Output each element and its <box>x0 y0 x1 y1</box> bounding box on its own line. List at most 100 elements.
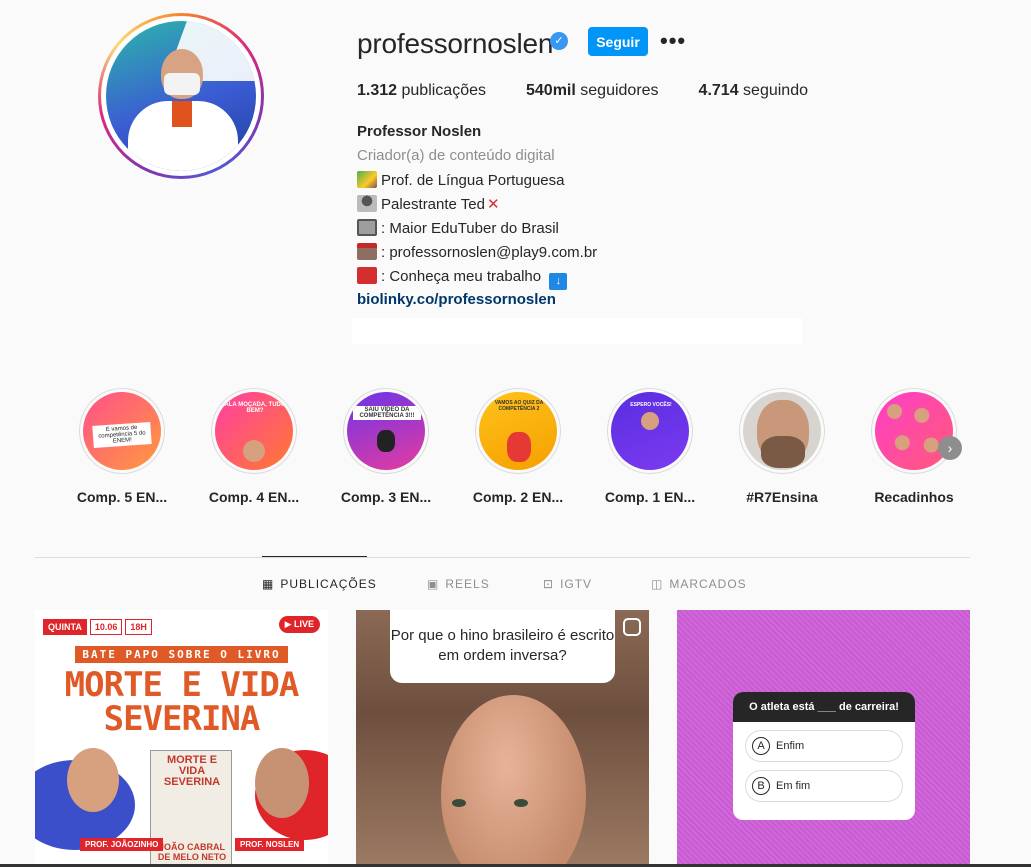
post1-time: 18H <box>125 619 152 635</box>
post1-subtitle: BATE PAPO SOBRE O LIVRO <box>75 646 288 663</box>
stat-following[interactable]: 4.714 seguindo <box>699 82 808 100</box>
active-tab-indicator <box>262 556 367 557</box>
tab-label: PUBLICAÇÕES <box>280 577 377 591</box>
eye-right <box>514 799 528 807</box>
quiz-card: O atleta está ___ de carreira! A Enfim BE… <box>733 692 915 820</box>
highlight-label: Comp. 2 EN... <box>472 489 564 505</box>
verified-badge-icon: ✓ <box>550 32 568 50</box>
tab-label: MARCADOS <box>669 577 747 591</box>
highlight-cover-text: ALA MOÇADA, TUDO BEM? <box>224 402 286 414</box>
face-icon <box>641 412 659 430</box>
option-text: Enfim <box>776 740 805 752</box>
highlight-ring: VAMOS AO QUIZ DA COMPETÊNCIA 2 <box>475 388 561 474</box>
stat-followers[interactable]: 540mil seguidores <box>526 82 659 100</box>
highlight-comp4[interactable]: ALA MOÇADA, TUDO BEM? Comp. 4 EN... <box>199 388 309 505</box>
post1-title-line2: SEVERINA <box>103 699 261 739</box>
highlight-cover: ESPERO VOCÊS! <box>611 392 689 470</box>
highlight-label: Comp. 1 EN... <box>604 489 696 505</box>
bio-text-1: Prof. de Língua Portuguesa <box>381 172 565 189</box>
post1-title-line1: MORTE E VIDA <box>64 665 300 705</box>
profile-full-name: Professor Noslen <box>357 123 482 140</box>
tab-reels[interactable]: ▣ REELS <box>427 577 490 591</box>
avatar-mask <box>164 73 200 95</box>
highlight-comp3[interactable]: SAIU VÍDEO DA COMPETÊNCIA 3!!! Comp. 3 E… <box>331 388 441 505</box>
highlight-r7ensina[interactable]: #R7Ensina <box>727 388 837 505</box>
highlight-cover: E vamos de competência 5 do ENEM! <box>83 392 161 470</box>
chevron-right-icon[interactable]: › <box>938 436 962 460</box>
bio-text-3: : Maior EduTuber do Brasil <box>381 220 559 237</box>
highlight-ring: SAIU VÍDEO DA COMPETÊNCIA 3!!! <box>343 388 429 474</box>
highlight-cover <box>875 392 953 470</box>
face-icon <box>243 440 265 462</box>
tab-posts[interactable]: ▦ PUBLICAÇÕES <box>262 577 377 591</box>
post1-title: MORTE E VIDA SEVERINA <box>35 668 328 736</box>
highlight-cover-text: ESPERO VOCÊS! <box>630 402 672 408</box>
post-tile-1[interactable]: QUINTA 10.06 18H ▶ LIVE BATE PAPO SOBRE … <box>35 610 328 867</box>
more-options-icon[interactable]: ••• <box>660 28 686 54</box>
quiz-option-a: A Enfim <box>745 730 903 762</box>
bio-line-4: : professornoslen@play9.com.br <box>357 243 597 261</box>
option-text: Em fim <box>776 780 811 792</box>
bio-text-2: Palestrante Ted <box>381 196 485 213</box>
mailbox-emoji-icon <box>357 243 377 260</box>
highlight-comp2[interactable]: VAMOS AO QUIZ DA COMPETÊNCIA 2 Comp. 2 E… <box>463 388 573 505</box>
person-icon <box>377 430 395 452</box>
highlight-label: Comp. 4 EN... <box>208 489 300 505</box>
bio-line-5: : Conheça meu trabalho ↓ <box>357 267 571 290</box>
followers-label: seguidores <box>580 82 659 99</box>
highlight-cover: VAMOS AO QUIZ DA COMPETÊNCIA 2 <box>479 392 557 470</box>
guest2-name: PROF. NOSLEN <box>235 838 305 851</box>
post-tile-2[interactable]: Por que o hino brasileiro é escrito em o… <box>356 610 649 867</box>
highlight-cover-text: E vamos de competência 5 do ENEM! <box>92 422 152 448</box>
highlight-comp1[interactable]: ESPERO VOCÊS! Comp. 1 EN... <box>595 388 705 505</box>
igtv-icon: ⊡ <box>543 577 555 591</box>
highlight-ring: ESPERO VOCÊS! <box>607 388 693 474</box>
posts-count: 1.312 <box>357 82 398 99</box>
highlight-label: Comp. 3 EN... <box>340 489 432 505</box>
guest2-face <box>255 748 309 818</box>
book-title: MORTE E VIDA SEVERINA <box>163 754 221 788</box>
profile-username: professornoslen <box>357 28 554 59</box>
following-count: 4.714 <box>698 82 739 99</box>
post-tile-3[interactable]: O atleta está ___ de carreira! A Enfim BE… <box>677 610 970 867</box>
option-letter: A <box>752 737 770 755</box>
television-emoji-icon <box>357 219 377 236</box>
highlight-cover-text: SAIU VÍDEO DA COMPETÊNCIA 3!!! <box>353 406 421 420</box>
tagged-icon: ◫ <box>651 577 664 591</box>
quiz-option-b: B Em fim <box>745 770 903 802</box>
teacher-emoji-icon <box>357 171 377 188</box>
profile-stats: 1.312 publicações 540mil seguidores 4.71… <box>357 82 848 100</box>
follow-button[interactable]: Seguir <box>588 27 648 56</box>
redacted-area <box>352 318 802 344</box>
tabs-divider <box>35 557 970 558</box>
cross-mark-icon: ✕ <box>486 196 500 213</box>
highlight-label: #R7Ensina <box>746 489 818 505</box>
highlight-ring: ALA MOÇADA, TUDO BEM? <box>211 388 297 474</box>
highlight-label: Recadinhos <box>874 489 954 505</box>
avatar-photo <box>106 21 256 171</box>
highlight-cover-text: VAMOS AO QUIZ DA COMPETÊNCIA 2 <box>494 400 544 412</box>
profile-bio-link[interactable]: biolinky.co/professornoslen <box>357 291 556 308</box>
highlight-cover <box>743 392 821 470</box>
tab-igtv[interactable]: ⊡ IGTV <box>543 577 592 591</box>
highlight-ring <box>871 388 957 474</box>
tab-tagged[interactable]: ◫ MARCADOS <box>651 577 747 591</box>
speaker-emoji-icon <box>357 195 377 212</box>
post2-question-card: Por que o hino brasileiro é escrito em o… <box>390 610 615 683</box>
briefcase-emoji-icon <box>357 267 377 284</box>
reels-icon: ▣ <box>427 577 440 591</box>
youtube-icon: ▶ <box>284 619 294 629</box>
highlight-label: Comp. 5 EN... <box>76 489 168 505</box>
bio-line-2: Palestrante Ted ✕ <box>357 195 500 213</box>
bio-text-5: : Conheça meu trabalho <box>381 268 542 285</box>
highlight-ring: E vamos de competência 5 do ENEM! <box>79 388 165 474</box>
posts-label: publicações <box>401 82 487 99</box>
following-label: seguindo <box>743 82 808 99</box>
bio-text-4: : professornoslen@play9.com.br <box>381 244 598 261</box>
profile-avatar[interactable] <box>98 13 264 179</box>
highlight-cover: SAIU VÍDEO DA COMPETÊNCIA 3!!! <box>347 392 425 470</box>
highlight-comp5[interactable]: E vamos de competência 5 do ENEM! Comp. … <box>67 388 177 505</box>
profile-category: Criador(a) de conteúdo digital <box>357 147 555 164</box>
avatar-shirt <box>172 101 192 127</box>
post1-date: 10.06 <box>89 619 123 635</box>
